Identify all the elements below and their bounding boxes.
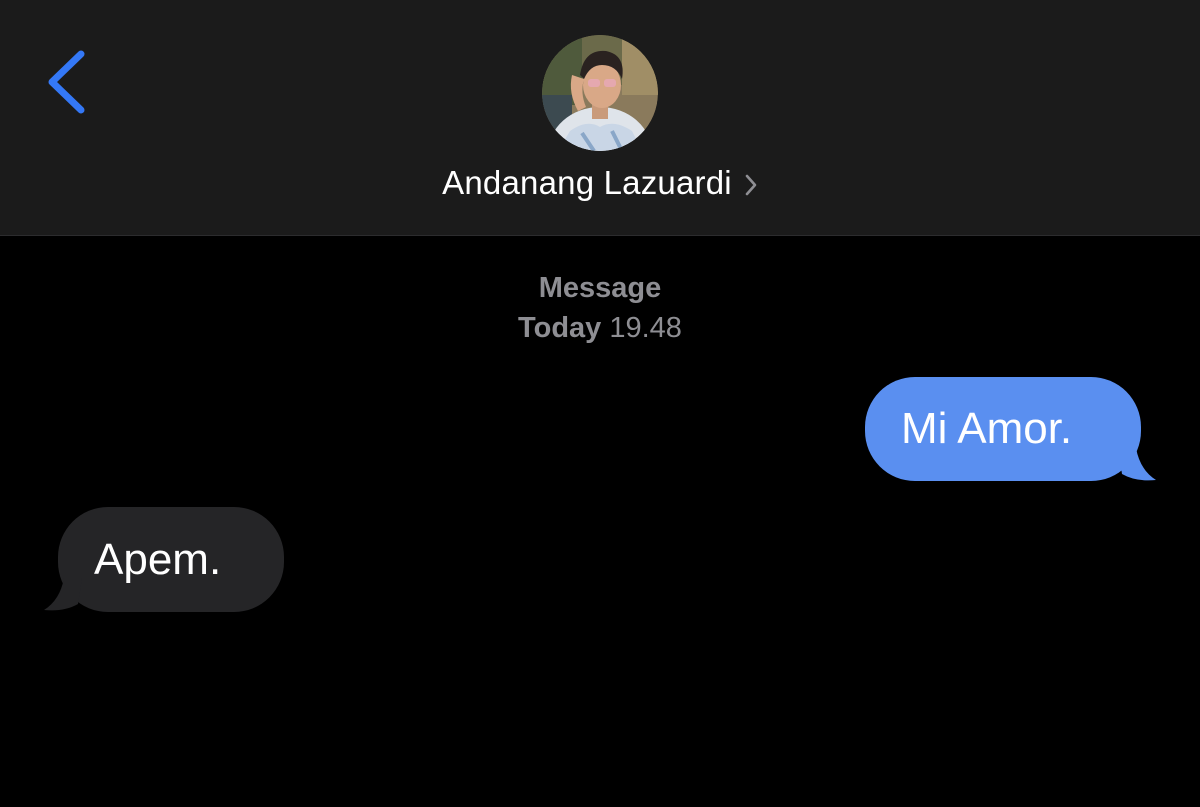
conversation-timestamp: Today 19.48 (0, 312, 1200, 345)
messages-screen: Andanang Lazuardi Message Today 19.48 Mi… (0, 0, 1200, 807)
message-bubble-sent[interactable]: Mi Amor. (865, 377, 1141, 481)
contact-name: Andanang Lazuardi (442, 164, 732, 201)
message-text: Apem. (94, 534, 222, 584)
chevron-left-icon (48, 50, 85, 114)
timestamp-day: Today (518, 312, 602, 344)
avatar-photo (542, 35, 658, 151)
chevron-right-icon (745, 174, 757, 196)
timestamp-time: 19.48 (609, 312, 682, 344)
message-bubble-received[interactable]: Apem. (58, 507, 284, 612)
bubble-tail-received (44, 578, 82, 611)
back-button[interactable] (36, 40, 106, 124)
bubble-tail-sent (1118, 448, 1156, 481)
conversation-header: Andanang Lazuardi (0, 0, 1200, 236)
service-label: Message (538, 272, 662, 304)
contact-name-row[interactable]: Andanang Lazuardi (0, 160, 1200, 206)
contact-avatar[interactable] (542, 35, 658, 151)
message-text: Mi Amor. (901, 404, 1073, 453)
